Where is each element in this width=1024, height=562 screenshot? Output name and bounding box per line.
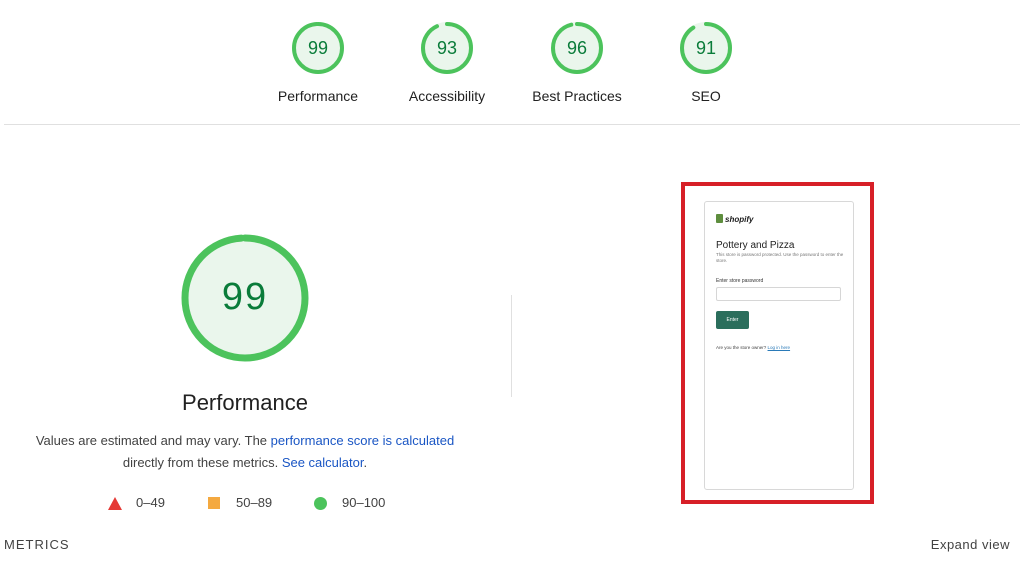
owner-line: Are you the store owner? Log in here bbox=[716, 345, 791, 350]
score-description: Values are estimated and may vary. The p… bbox=[20, 430, 470, 474]
gauge-score: 99 bbox=[307, 38, 329, 58]
gauge-seo[interactable]: 91 SEO bbox=[636, 20, 776, 104]
password-input bbox=[716, 287, 841, 301]
performance-main-score: 99 bbox=[221, 276, 269, 318]
header-divider bbox=[4, 124, 1020, 125]
gauge-label: Best Practices bbox=[532, 88, 622, 104]
password-label: Enter store password bbox=[716, 278, 764, 284]
score-gauges-row: 99 Performance 93 Accessibility 96 Best … bbox=[0, 0, 1024, 124]
gauge-score: 96 bbox=[566, 38, 588, 58]
store-description: This store is password protected. Use th… bbox=[716, 252, 844, 263]
legend-range: 50–89 bbox=[236, 495, 273, 510]
description-text: directly from these metrics. bbox=[122, 455, 282, 470]
gauge-accessibility[interactable]: 93 Accessibility bbox=[377, 20, 517, 104]
legend-range: 0–49 bbox=[136, 495, 165, 510]
login-link: Log in here bbox=[767, 345, 791, 350]
gauge-score: 91 bbox=[695, 38, 717, 58]
metrics-heading: METRICS bbox=[4, 537, 70, 552]
store-title: Pottery and Pizza bbox=[716, 240, 795, 251]
performance-score-link[interactable]: performance score is calculated bbox=[271, 433, 455, 448]
red-triangle-icon bbox=[108, 497, 122, 510]
description-text: Values are estimated and may vary. The bbox=[35, 433, 271, 448]
enter-button: Enter bbox=[716, 311, 749, 329]
description-text: . bbox=[363, 455, 368, 470]
orange-square-icon bbox=[208, 497, 220, 509]
gauge-label: Accessibility bbox=[408, 88, 486, 104]
gauge-score: 93 bbox=[436, 38, 458, 58]
legend-range: 90–100 bbox=[342, 495, 386, 510]
performance-title: Performance bbox=[182, 390, 308, 415]
shopify-bag-icon bbox=[716, 214, 723, 223]
gauge-best-practices[interactable]: 96 Best Practices bbox=[507, 20, 647, 104]
green-circle-icon bbox=[314, 497, 327, 510]
gauge-performance[interactable]: 99 Performance bbox=[248, 20, 388, 104]
expand-view-button[interactable]: Expand view bbox=[931, 537, 1010, 552]
gauge-label: SEO bbox=[691, 88, 721, 104]
gauge-label: Performance bbox=[277, 88, 359, 104]
see-calculator-link[interactable]: See calculator bbox=[282, 455, 364, 470]
section-divider bbox=[511, 295, 512, 397]
page-screenshot: shopify Pottery and Pizza This store is … bbox=[704, 201, 854, 490]
shopify-logo: shopify bbox=[716, 214, 753, 226]
